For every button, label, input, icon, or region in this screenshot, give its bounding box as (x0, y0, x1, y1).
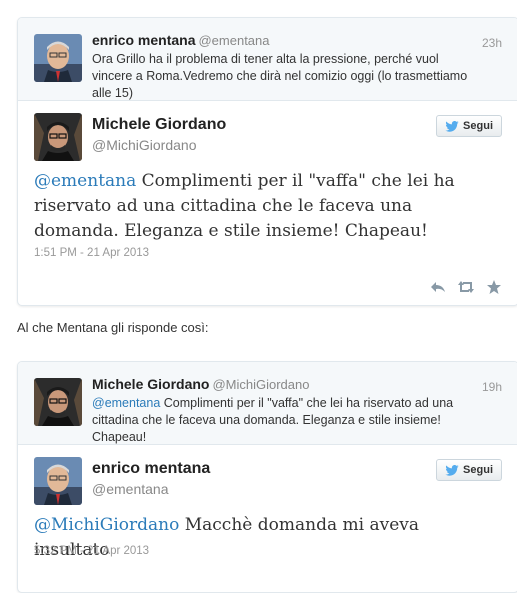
tweet-actions (430, 279, 502, 295)
avatar[interactable] (34, 34, 82, 82)
follow-label: Segui (463, 464, 493, 476)
avatar-image (34, 457, 82, 505)
reply-icon[interactable] (430, 279, 446, 295)
twitter-bird-icon (445, 465, 459, 476)
follow-button[interactable]: Segui (436, 115, 502, 137)
author-handle[interactable]: @MichiGiordano (212, 377, 309, 392)
follow-label: Segui (463, 120, 493, 132)
avatar-image (34, 378, 82, 426)
avatar[interactable] (34, 113, 82, 161)
commentary-text: Al che Mentana gli risponde così: (17, 320, 209, 335)
author-name[interactable]: enrico mentana (92, 460, 210, 478)
tweet-time[interactable]: 23h (482, 36, 502, 50)
author-name[interactable]: enrico mentana (92, 32, 195, 48)
tweet-date[interactable]: 5:32 PM - 21 Apr 2013 (34, 545, 149, 557)
tweet-text: Ora Grillo ha il problema di tener alta … (92, 52, 468, 100)
tweet-date[interactable]: 1:51 PM - 21 Apr 2013 (34, 247, 149, 259)
tweet-card-1: enrico mentana @ementana 23h Ora Grillo h… (17, 17, 517, 306)
avatar[interactable] (34, 457, 82, 505)
author-handle[interactable]: @ementana (198, 33, 269, 48)
avatar-image (34, 34, 82, 82)
main-tweet: Michele Giordano @MichiGiordano Segui @e… (18, 101, 517, 305)
author-name[interactable]: Michele Giordano (92, 376, 209, 392)
avatar-image (34, 113, 82, 161)
mention-link[interactable]: @ementana (92, 396, 160, 410)
avatar[interactable] (34, 378, 82, 426)
author-handle[interactable]: @ementana (92, 481, 168, 497)
in-reply-to-tweet[interactable]: enrico mentana @ementana 23h Ora Grillo h… (18, 18, 517, 101)
main-tweet: enrico mentana @ementana Segui @MichiGio… (18, 445, 517, 592)
twitter-bird-icon (445, 121, 459, 132)
mention-link[interactable]: @ementana (34, 171, 136, 191)
author-handle[interactable]: @MichiGiordano (92, 137, 196, 153)
follow-button[interactable]: Segui (436, 459, 502, 481)
mention-link[interactable]: @MichiGiordano (34, 515, 179, 535)
tweet-time[interactable]: 19h (482, 380, 502, 394)
in-reply-to-tweet[interactable]: Michele Giordano @MichiGiordano 19h @emen… (18, 362, 517, 445)
author-name[interactable]: Michele Giordano (92, 116, 226, 134)
retweet-icon[interactable] (458, 279, 474, 295)
tweet-card-2: Michele Giordano @MichiGiordano 19h @emen… (17, 361, 517, 593)
tweet-text: @ementana Complimenti per il "vaffa" che… (92, 395, 478, 446)
favorite-icon[interactable] (486, 279, 502, 295)
tweet-text: @ementana Complimenti per il "vaffa" che… (34, 169, 498, 244)
